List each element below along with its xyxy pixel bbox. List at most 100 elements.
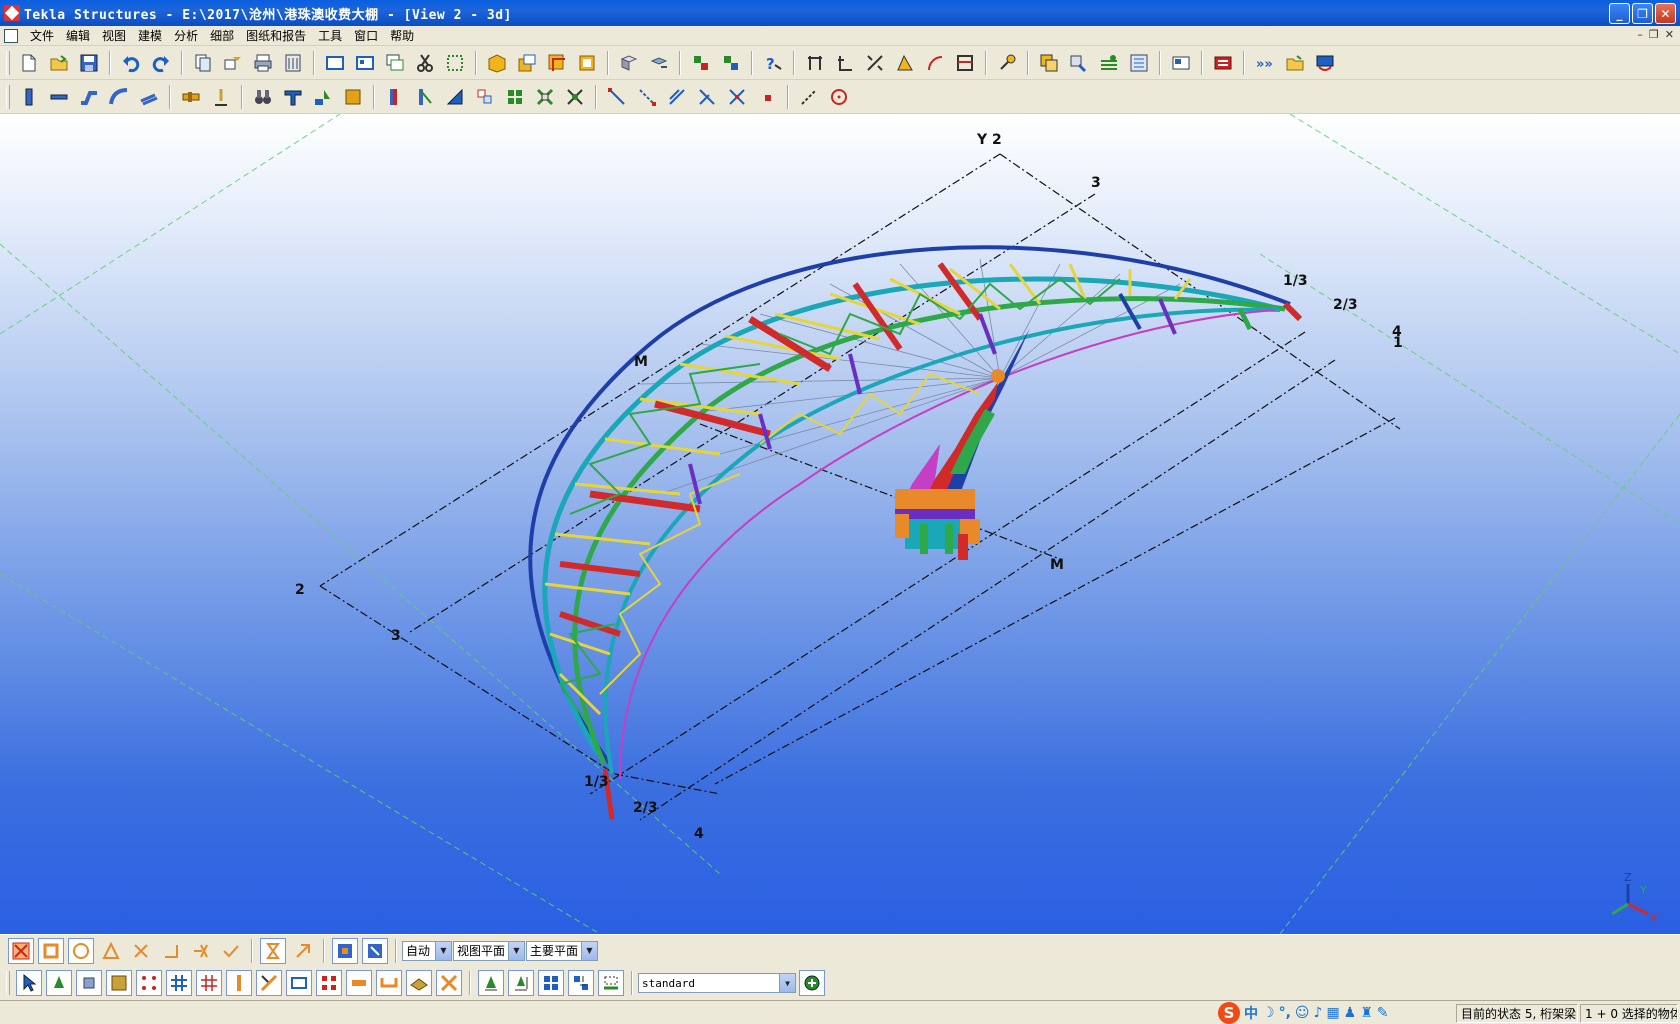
drawing-list-icon[interactable] [1126, 50, 1152, 76]
menu-view[interactable]: 视图 [96, 27, 132, 44]
select-bolts-icon[interactable] [316, 970, 342, 996]
snap-end-icon[interactable] [634, 84, 660, 110]
select-welds-icon[interactable] [226, 970, 252, 996]
move-icon[interactable] [220, 50, 246, 76]
menu-file[interactable]: 文件 [24, 27, 60, 44]
select-cuts-icon[interactable] [256, 970, 282, 996]
combine-icon[interactable] [442, 84, 468, 110]
measure-icon[interactable] [952, 50, 978, 76]
add-to-assembly-icon[interactable] [502, 84, 528, 110]
snap-perpendicular-icon[interactable] [724, 84, 750, 110]
close-button[interactable]: ✕ [1655, 3, 1676, 24]
snap-center-icon[interactable] [826, 84, 852, 110]
weld-icon[interactable] [208, 84, 234, 110]
binoculars-icon[interactable] [250, 84, 276, 110]
select-surface-treatment-icon[interactable] [406, 970, 432, 996]
work-area-icon[interactable] [442, 50, 468, 76]
keyboard-icon[interactable]: ▦ [1326, 1005, 1339, 1021]
component-icon[interactable] [688, 50, 714, 76]
create-view-icon[interactable] [322, 50, 348, 76]
select-reinforcing-icon[interactable] [376, 970, 402, 996]
plate-icon[interactable] [340, 84, 366, 110]
toolbar-grip[interactable] [6, 84, 10, 109]
radius-icon[interactable] [922, 50, 948, 76]
snap-mid-icon[interactable] [664, 84, 690, 110]
query-icon[interactable]: ? [760, 50, 786, 76]
plane-b-icon[interactable] [514, 50, 540, 76]
select-sub-assembly-icon[interactable] [508, 970, 534, 996]
toolbar-grip[interactable] [6, 971, 10, 995]
print-icon[interactable] [250, 50, 276, 76]
view-list-icon[interactable] [352, 50, 378, 76]
select-points-icon[interactable] [136, 970, 162, 996]
explode-icon[interactable] [562, 84, 588, 110]
fitting-icon[interactable] [280, 84, 306, 110]
report-icon[interactable] [1168, 50, 1194, 76]
redo-icon[interactable] [148, 50, 174, 76]
mdi-close-button[interactable]: ✕ [1665, 28, 1674, 41]
main-plane-combo[interactable]: 主要平面 ▼ [526, 940, 598, 961]
cut-icon[interactable] [412, 50, 438, 76]
select-corner-icon[interactable] [158, 938, 184, 964]
punctuation-icon[interactable]: °, [1279, 1005, 1291, 1021]
plane-d-icon[interactable] [574, 50, 600, 76]
menu-tools[interactable]: 工具 [312, 27, 348, 44]
auto-combo[interactable]: 自动 ▼ [402, 940, 452, 961]
clash-check-icon[interactable] [1036, 50, 1062, 76]
wrench-icon[interactable]: ✎ [1377, 1005, 1389, 1021]
model-canvas[interactable]: Y 2 3 1/3 2/3 4 1 M M 2 3 1/3 2/3 4 Z X … [0, 114, 1680, 934]
mdi-restore-button[interactable]: ❐ [1649, 28, 1659, 41]
minimize-button[interactable]: _ [1609, 3, 1630, 24]
show-part-b-icon[interactable] [646, 50, 672, 76]
plane-c-icon[interactable] [544, 50, 570, 76]
microphone-icon[interactable]: ♪ [1314, 1005, 1323, 1021]
view-plane-combo[interactable]: 视图平面 ▼ [453, 940, 525, 961]
moon-icon[interactable]: ☽ [1262, 1005, 1275, 1021]
plane-icon[interactable] [484, 50, 510, 76]
select-object-in-component-icon[interactable] [538, 970, 564, 996]
select-gridlines-icon[interactable] [196, 970, 222, 996]
beam-icon[interactable] [46, 84, 72, 110]
split-icon[interactable] [412, 84, 438, 110]
menu-modeling[interactable]: 建模 [132, 27, 168, 44]
angle-icon[interactable] [892, 50, 918, 76]
select-components-icon[interactable] [436, 970, 462, 996]
select-triangle-icon[interactable] [98, 938, 124, 964]
cut-part-icon[interactable] [310, 84, 336, 110]
analysis-model-icon[interactable] [1096, 50, 1122, 76]
select-views-icon[interactable] [286, 970, 312, 996]
select-pointer-icon[interactable] [16, 970, 42, 996]
twin-profile-icon[interactable] [136, 84, 162, 110]
menu-analysis[interactable]: 分析 [168, 27, 204, 44]
select-cross-icon[interactable] [128, 938, 154, 964]
snap-icon[interactable] [994, 50, 1020, 76]
menu-window[interactable]: 窗口 [348, 27, 384, 44]
view-depth-icon[interactable] [362, 937, 388, 964]
snap-line-icon[interactable] [604, 84, 630, 110]
dimension-c-icon[interactable] [862, 50, 888, 76]
open-folder-icon[interactable] [1282, 50, 1308, 76]
smiley-icon[interactable]: ☺ [1295, 1005, 1310, 1021]
bolt-icon[interactable] [178, 84, 204, 110]
shirt-icon[interactable]: ♜ [1360, 1005, 1373, 1021]
select-surface-icon[interactable] [106, 970, 132, 996]
numbering-icon[interactable] [1066, 50, 1092, 76]
menu-detailing[interactable]: 细部 [204, 27, 240, 44]
mdi-minimize-button[interactable]: – [1637, 28, 1643, 41]
column-edit-icon[interactable] [382, 84, 408, 110]
save-icon[interactable] [76, 50, 102, 76]
sogou-logo-icon[interactable]: S [1218, 1002, 1240, 1024]
curved-beam-icon[interactable] [106, 84, 132, 110]
menu-help[interactable]: 帮助 [384, 27, 420, 44]
ime-mode[interactable]: 中 [1244, 1003, 1258, 1023]
title-bar[interactable]: Tekla Structures - E:\2017\沧州\港珠澳收费大棚 - … [0, 0, 1680, 26]
select-assembly-icon[interactable] [478, 970, 504, 996]
user-icon[interactable]: ♟ [1344, 1005, 1357, 1021]
chevron-down-icon[interactable]: ▼ [435, 941, 451, 960]
catalog-icon[interactable] [280, 50, 306, 76]
snap-extension-icon[interactable] [796, 84, 822, 110]
undo-icon[interactable] [118, 50, 144, 76]
select-parts-icon[interactable] [76, 970, 102, 996]
show-part-icon[interactable] [616, 50, 642, 76]
select-objects-icon[interactable] [46, 970, 72, 996]
